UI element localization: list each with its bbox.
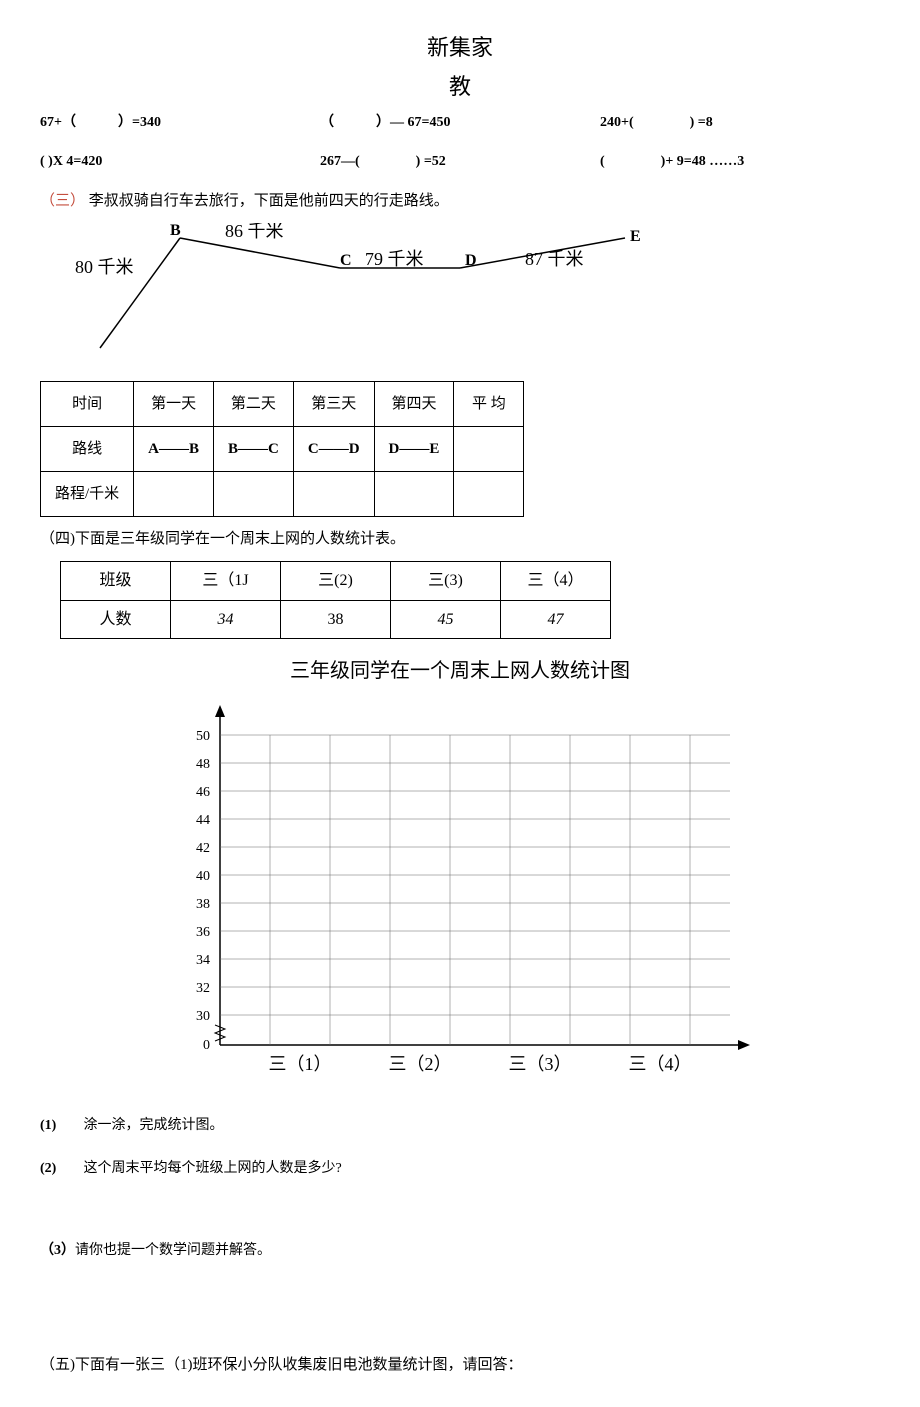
page-header-title: 新集家 <box>40 30 880 65</box>
ytick: 30 <box>196 1009 210 1024</box>
point-e-label: E <box>630 228 641 245</box>
th-day2: 第二天 <box>214 382 294 427</box>
xtick: 三（2） <box>389 1054 452 1074</box>
t2-class-label: 班级 <box>61 562 171 601</box>
td-route-3: C——D <box>293 427 374 472</box>
t2-count-4: 47 <box>501 600 611 639</box>
t2-count-2: 38 <box>281 600 391 639</box>
th-day3: 第三天 <box>293 382 374 427</box>
dist-cd: 79 千米 <box>365 249 424 269</box>
dist-bc: 86 千米 <box>225 223 284 241</box>
grid-lines <box>220 735 730 1015</box>
t2-count-label: 人数 <box>61 600 171 639</box>
q1-text: 涂一涂，完成统计图。 <box>84 1118 224 1133</box>
ytick: 44 <box>196 813 210 828</box>
table-row: 时间 第一天 第二天 第三天 第四天 平 均 <box>41 382 524 427</box>
th-avg: 平 均 <box>454 382 524 427</box>
ytick: 38 <box>196 897 210 912</box>
t2-count-1: 34 <box>171 600 281 639</box>
chart-svg: 50 48 46 44 42 40 38 36 34 32 30 0 三（1） … <box>160 695 760 1095</box>
route-svg: B C D E 80 千米 86 千米 79 千米 87 千米 <box>70 223 670 353</box>
route-diagram: B C D E 80 千米 86 千米 79 千米 87 千米 <box>40 223 880 361</box>
td-dist-label: 路程/千米 <box>41 472 134 517</box>
internet-table: 班级 三（1J 三(2) 三(3) 三（4） 人数 34 38 45 47 <box>60 561 611 639</box>
point-c-label: C <box>340 252 352 269</box>
xtick: 三（1） <box>269 1054 332 1074</box>
t2-class-1: 三（1J <box>171 562 281 601</box>
table-row: 人数 34 38 45 47 <box>61 600 611 639</box>
eq-1-2: （ ）— 67=450 <box>320 112 600 134</box>
q2-text: 这个周末平均每个班级上网的人数是多少? <box>84 1161 342 1176</box>
eq-2-1: ( )X 4=420 <box>40 151 320 173</box>
td-dist-1 <box>134 472 214 517</box>
eq-2-2: 267—( ) =52 <box>320 151 600 173</box>
table-row: 路程/千米 <box>41 472 524 517</box>
route-table: 时间 第一天 第二天 第三天 第四天 平 均 路线 A——B B——C C——D… <box>40 381 524 517</box>
th-time: 时间 <box>41 382 134 427</box>
q2-num: (2) <box>40 1158 80 1180</box>
td-route-label: 路线 <box>41 427 134 472</box>
eq-2-3: ( )+ 9=48 ……3 <box>600 151 880 173</box>
td-route-avg <box>454 427 524 472</box>
eq-1-3: 240+( ) =8 <box>600 112 880 134</box>
ytick: 34 <box>196 953 210 968</box>
td-dist-avg <box>454 472 524 517</box>
td-route-1: A——B <box>134 427 214 472</box>
point-b-label: B <box>170 223 181 239</box>
ytick: 46 <box>196 785 210 800</box>
t2-class-2: 三(2) <box>281 562 391 601</box>
ytick: 32 <box>196 981 210 996</box>
xtick: 三（3） <box>509 1054 572 1074</box>
t2-class-3: 三(3) <box>391 562 501 601</box>
page-header-sub: 教 <box>40 69 880 104</box>
vertical-grid <box>270 735 690 1045</box>
q3-text: 请你也提一个数学问题并解答。 <box>75 1243 271 1258</box>
th-day4: 第四天 <box>374 382 454 427</box>
table-row: 班级 三（1J 三(2) 三(3) 三（4） <box>61 562 611 601</box>
q1-num: (1) <box>40 1115 80 1137</box>
equation-row-2: ( )X 4=420 267—( ) =52 ( )+ 9=48 ……3 <box>40 151 880 173</box>
chart-title: 三年级同学在一个周末上网人数统计图 <box>40 655 880 687</box>
ytick: 40 <box>196 869 210 884</box>
t2-count-3: 45 <box>391 600 501 639</box>
td-dist-4 <box>374 472 454 517</box>
td-dist-3 <box>293 472 374 517</box>
td-route-4: D——E <box>374 427 454 472</box>
section-4-heading: （四)下面是三年级同学在一个周末上网的人数统计表。 <box>40 527 880 551</box>
question-2: (2) 这个周末平均每个班级上网的人数是多少? <box>40 1158 880 1180</box>
ytick: 36 <box>196 925 210 940</box>
question-3: （3）请你也提一个数学问题并解答。 <box>40 1240 880 1262</box>
point-d-label: D <box>465 252 477 269</box>
section-3-label: （三） <box>40 193 85 209</box>
equation-row-1: 67+（ ）=340 （ ）— 67=450 240+( ) =8 <box>40 112 880 134</box>
ytick: 0 <box>203 1038 210 1053</box>
th-day1: 第一天 <box>134 382 214 427</box>
eq-1-1: 67+（ ）=340 <box>40 112 320 134</box>
td-route-2: B——C <box>214 427 294 472</box>
question-1: (1) 涂一涂，完成统计图。 <box>40 1115 880 1137</box>
q3-num: （3） <box>40 1243 75 1258</box>
table-row: 路线 A——B B——C C——D D——E <box>41 427 524 472</box>
dist-de: 87 千米 <box>525 249 584 269</box>
ytick: 50 <box>196 729 210 744</box>
section-3-heading: （三） 李叔叔骑自行车去旅行，下面是他前四天的行走路线。 <box>40 189 880 213</box>
td-dist-2 <box>214 472 294 517</box>
ytick: 42 <box>196 841 210 856</box>
section-3-text: 李叔叔骑自行车去旅行，下面是他前四天的行走路线。 <box>89 193 449 209</box>
t2-class-4: 三（4） <box>501 562 611 601</box>
bar-chart-grid: 50 48 46 44 42 40 38 36 34 32 30 0 三（1） … <box>40 695 880 1095</box>
dist-ab: 80 千米 <box>75 257 134 277</box>
ytick: 48 <box>196 757 210 772</box>
section-5-heading: （五)下面有一张三（1)班环保小分队收集废旧电池数量统计图，请回答： <box>40 1353 880 1377</box>
xtick: 三（4） <box>629 1054 692 1074</box>
